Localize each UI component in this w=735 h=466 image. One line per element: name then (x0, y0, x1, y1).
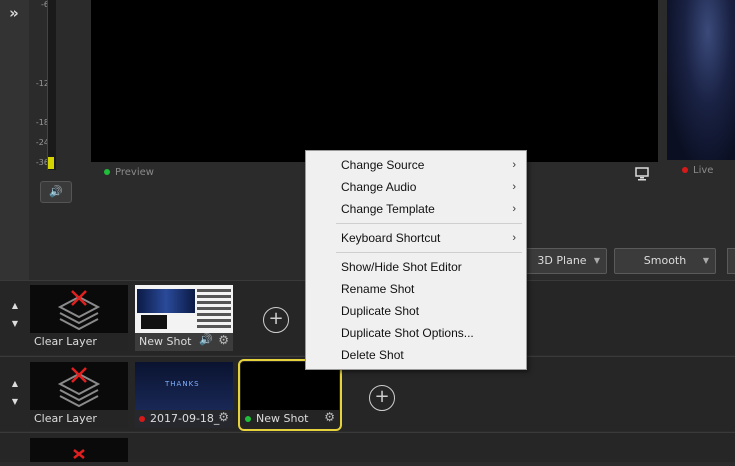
close-icon (73, 449, 85, 459)
thumbnail-page-content (197, 289, 231, 329)
shot-name: 2017-09-18_ (150, 412, 220, 425)
menu-separator (336, 223, 522, 224)
move-layer-up-icon[interactable]: ▲ (9, 297, 21, 315)
menu-item-label: Change Audio (341, 180, 417, 194)
thumbnail-banner-image (137, 289, 195, 313)
selected-shot[interactable]: New Shot ⚙ (238, 359, 342, 431)
menu-item-change-audio[interactable]: Change Audio › (306, 176, 526, 198)
add-shot-button[interactable]: + (263, 307, 289, 333)
transition-effect-value: 3D Plane (537, 254, 587, 267)
transition-easing-dropdown[interactable]: Smooth ▼ (614, 248, 716, 274)
add-shot-button[interactable]: + (369, 385, 395, 411)
live-label: Live (682, 165, 713, 176)
left-strip (0, 0, 29, 280)
chevron-down-icon: ▼ (702, 256, 709, 265)
chevron-right-icon: › (512, 159, 516, 171)
move-layer-down-icon[interactable]: ▼ (9, 315, 21, 333)
menu-item-duplicate-shot[interactable]: Duplicate Shot (306, 300, 526, 322)
move-layer-up-icon[interactable]: ▲ (9, 375, 21, 393)
shot-thumbnail[interactable]: New Shot 🔊 ⚙ (135, 285, 233, 351)
transition-effect-dropdown[interactable]: 3D Plane ▼ (517, 248, 607, 274)
live-status-dot (682, 167, 688, 173)
layers-cleared-icon (57, 367, 101, 408)
speaker-icon: 🔊 (49, 185, 63, 198)
menu-item-show-hide-shot-editor[interactable]: Show/Hide Shot Editor (306, 256, 526, 278)
menu-item-label: Keyboard Shortcut (341, 231, 441, 245)
shot-name: New Shot (256, 412, 309, 425)
move-layer-down-icon[interactable]: ▼ (9, 393, 21, 411)
expand-panel-button[interactable]: » (3, 2, 25, 24)
thumbnail-text: THANKS (165, 380, 200, 388)
chevron-right-icon: › (512, 232, 516, 244)
menu-separator (336, 252, 522, 253)
menu-item-label: Change Template (341, 202, 435, 216)
chevron-right-icon: › (512, 203, 516, 215)
menu-item-rename-shot[interactable]: Rename Shot (306, 278, 526, 300)
layers-cleared-icon (57, 290, 101, 331)
clear-layer-shot[interactable]: Clear Layer (30, 285, 128, 351)
menu-item-label: Rename Shot (341, 282, 415, 296)
menu-item-label: Duplicate Shot (341, 304, 420, 318)
preview-status-dot (245, 416, 251, 422)
speaker-icon[interactable]: 🔊 (199, 333, 213, 349)
mute-button[interactable]: 🔊 (40, 181, 72, 203)
menu-item-label: Show/Hide Shot Editor (341, 260, 462, 274)
clear-layer-shot[interactable]: Clear Layer (30, 362, 128, 428)
clear-layer-shot[interactable] (30, 438, 128, 462)
gear-icon[interactable]: ⚙ (218, 410, 229, 426)
chevron-right-icon: › (512, 181, 516, 193)
gear-icon[interactable]: ⚙ (324, 410, 335, 426)
gear-icon[interactable]: ⚙ (218, 333, 229, 349)
preview-label-text: Preview (115, 167, 154, 178)
menu-item-label: Change Source (341, 158, 425, 172)
menu-item-duplicate-shot-options[interactable]: Duplicate Shot Options... (306, 322, 526, 344)
layer-order-controls: ▲ ▼ (9, 375, 21, 411)
live-status-dot (139, 416, 145, 422)
live-label-text: Live (693, 165, 714, 176)
layer-order-controls: ▲ ▼ (9, 297, 21, 333)
menu-item-delete-shot[interactable]: Delete Shot (306, 344, 526, 366)
audio-level-meter (47, 0, 56, 170)
live-window (667, 0, 735, 160)
plus-icon: + (268, 308, 284, 329)
menu-item-keyboard-shortcut[interactable]: Keyboard Shortcut › (306, 227, 526, 249)
chevron-down-icon: ▼ (593, 256, 600, 265)
audio-meter-panel: -6 -12 -18 -24 -36 (29, 0, 91, 280)
menu-item-label: Duplicate Shot Options... (341, 326, 474, 340)
shot-name: Clear Layer (34, 335, 97, 348)
monitor-icon[interactable] (635, 167, 649, 181)
transition-button[interactable] (727, 248, 735, 274)
menu-item-change-source[interactable]: Change Source › (306, 154, 526, 176)
preview-label: Preview (104, 167, 154, 178)
shot-name: Clear Layer (34, 412, 97, 425)
menu-item-label: Delete Shot (341, 348, 404, 362)
shot-context-menu: Change Source › Change Audio › Change Te… (305, 150, 527, 370)
shot-name: New Shot (139, 335, 192, 348)
layer-row (0, 432, 735, 462)
shot-thumbnail[interactable]: THANKS 2017-09-18_ ⚙ (135, 362, 233, 428)
preview-status-dot (104, 169, 110, 175)
double-chevron-right-icon: » (9, 4, 19, 22)
transition-easing-value: Smooth (643, 254, 687, 267)
preview-window (91, 0, 658, 162)
audio-level-fill (48, 157, 54, 169)
plus-icon: + (374, 386, 390, 407)
thumbnail-dark-block (141, 315, 167, 329)
menu-item-change-template[interactable]: Change Template › (306, 198, 526, 220)
